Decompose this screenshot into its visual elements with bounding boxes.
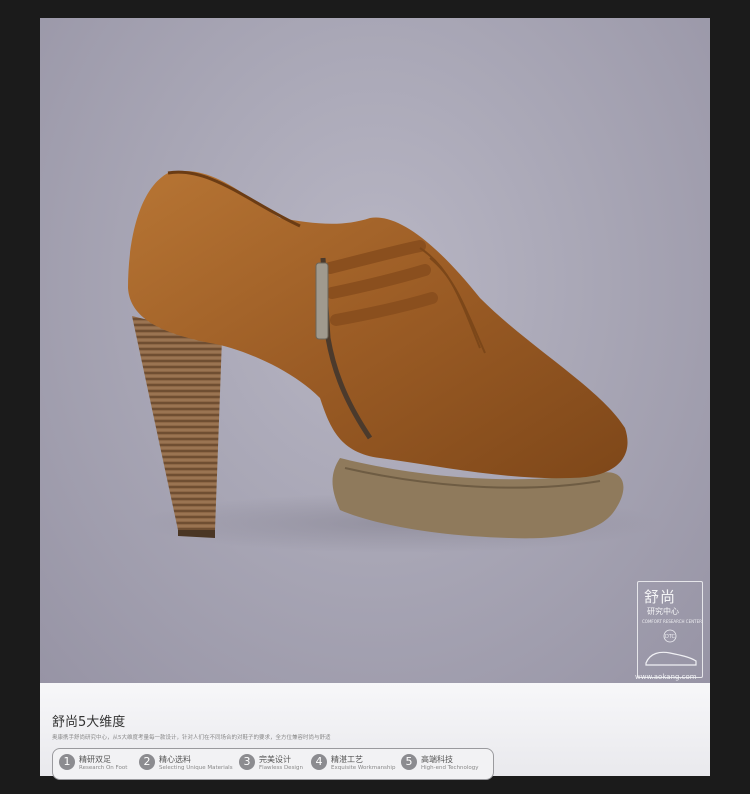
feature-subtitle: High-end Technology: [421, 765, 479, 771]
badge-small-text: COMFORT RESEARCH CENTER: [642, 619, 702, 624]
section-title: 舒尚5大维度: [52, 715, 126, 730]
website-url[interactable]: www.aokang.com: [635, 673, 697, 681]
badge-subtitle: 研究中心: [647, 607, 679, 616]
section-description: 奥康携手舒尚研究中心，从5大维度考量每一款设计，针对人们在不同场合的对鞋子的要求…: [52, 735, 331, 741]
feature-number: 2: [139, 754, 155, 770]
feature-number: 3: [239, 754, 255, 770]
feature-number: 5: [401, 754, 417, 770]
feature-subtitle: Flawless Design: [259, 765, 303, 771]
badge-title: 舒尚: [644, 588, 677, 606]
feature-title: 精研双足: [79, 755, 111, 764]
comfort-research-badge: 舒尚 研究中心 COMFORT RESEARCH CENTER DTC: [637, 581, 703, 678]
feature-title: 高端科技: [421, 755, 453, 764]
feature-subtitle: Research On Foot: [79, 765, 128, 771]
shoe-icon: DTC: [645, 629, 697, 666]
feature-title: 精心选料: [159, 755, 191, 764]
feature-number: 1: [59, 754, 75, 770]
features-bar: 1 精研双足 Research On Foot 2 精心选料 Selecting…: [52, 748, 494, 780]
feature-subtitle: Selecting Unique Materials: [159, 765, 233, 771]
feature-number: 4: [311, 754, 327, 770]
badge-circle-text: DTC: [665, 634, 676, 640]
feature-title: 精湛工艺: [331, 755, 363, 764]
product-photo: [40, 18, 710, 683]
product-frame: 舒尚 研究中心 COMFORT RESEARCH CENTER DTC www.…: [40, 18, 710, 780]
ankle-boot-image: [128, 170, 660, 553]
feature-subtitle: Exquisite Workmanship: [331, 765, 396, 771]
feature-title: 完美设计: [259, 755, 291, 764]
info-panel: 舒尚5大维度 奥康携手舒尚研究中心，从5大维度考量每一款设计，针对人们在不同场合…: [40, 683, 710, 780]
